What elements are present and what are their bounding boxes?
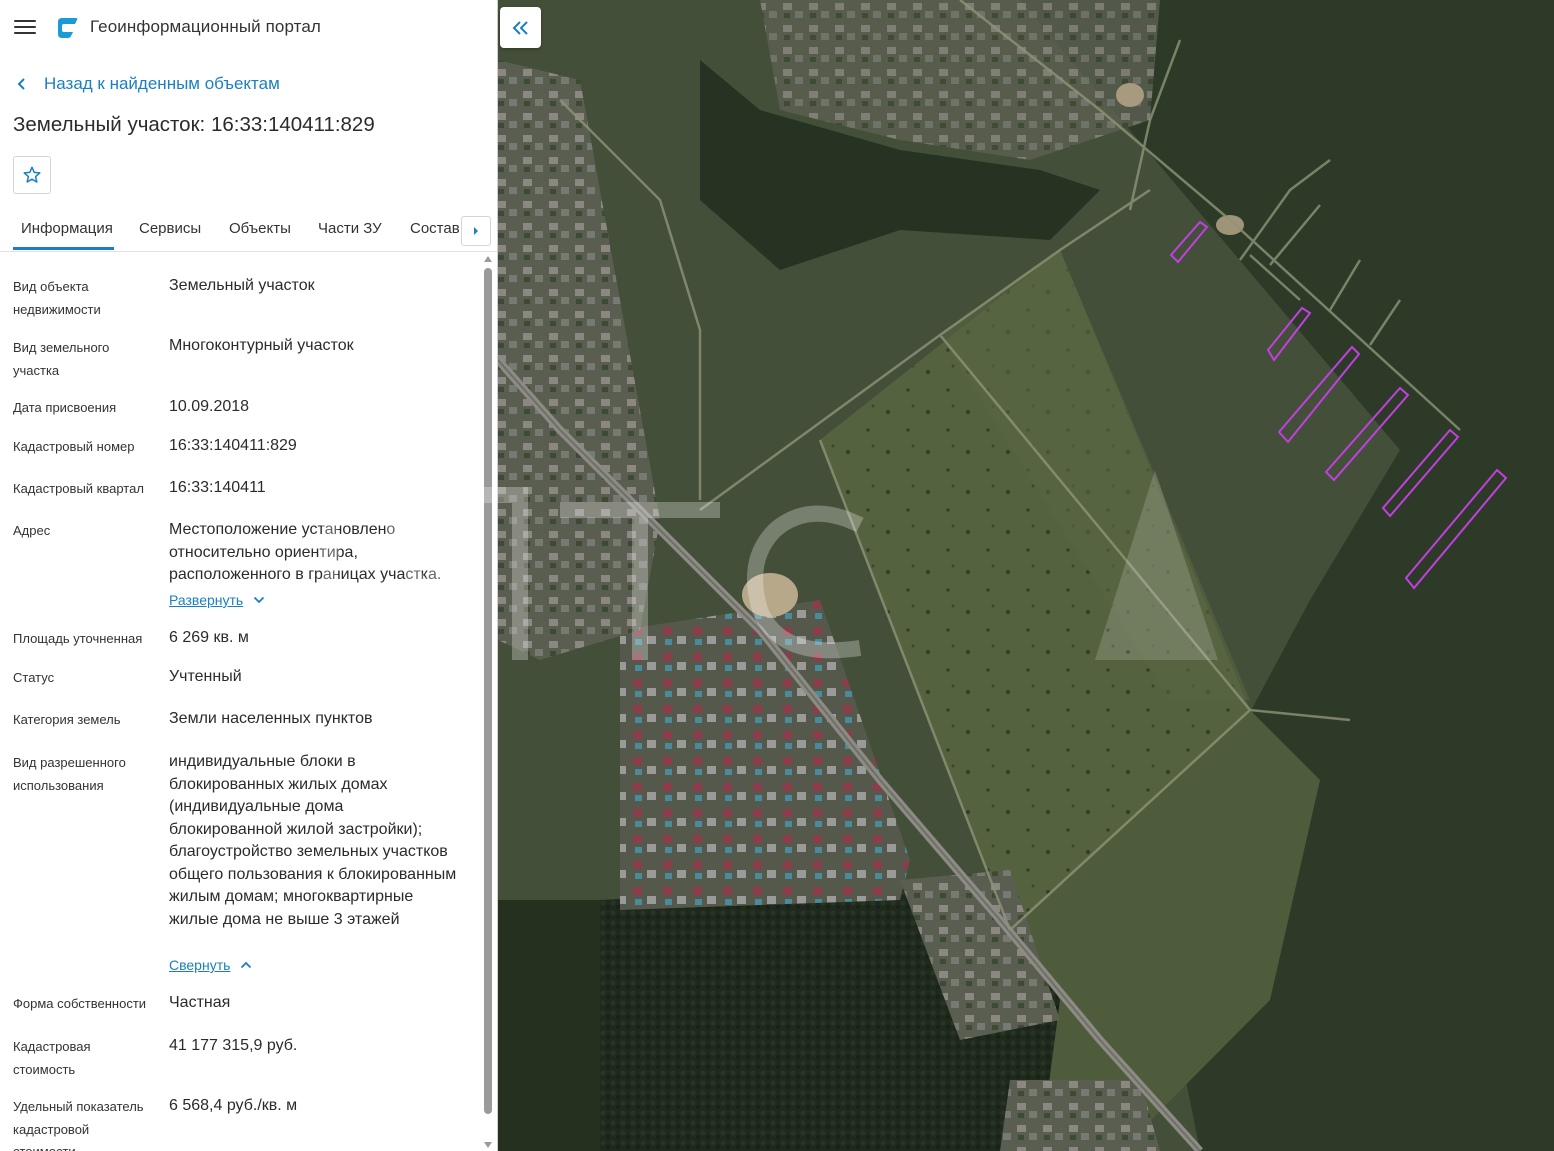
object-title: Земельный участок: 16:33:140411:829 <box>13 113 375 136</box>
top-bar: Геоинформационный портал <box>0 0 497 56</box>
cadastral-value-label: Кадастровая стоимость <box>13 1039 91 1077</box>
area-label: Площадь уточненная <box>13 631 143 646</box>
cadastral-value-value: 41 177 315,9 руб. <box>169 1037 298 1054</box>
cadastral-quarter-value: 16:33:140411 <box>169 479 266 496</box>
status-label: Статус <box>13 670 55 685</box>
satellite-map[interactable] <box>498 0 1554 1151</box>
permitted-use-collapse-link[interactable]: Свернуть <box>169 957 252 973</box>
scroll-down-arrow-icon[interactable] <box>484 1142 492 1148</box>
tabs-scroll-right-button[interactable] <box>461 216 491 246</box>
permitted-use-collapse-label: Свернуть <box>169 957 231 973</box>
address-value: Местоположение установлено относительно … <box>169 521 442 583</box>
chevron-up-icon <box>241 961 252 969</box>
caret-right-icon <box>474 227 478 235</box>
land-type-value: Многоконтурный участок <box>169 337 354 354</box>
double-chevron-left-icon <box>512 20 528 35</box>
land-type-label: Вид земельного участка <box>13 340 110 378</box>
favorite-button[interactable] <box>13 156 51 194</box>
tab-composition[interactable]: Состав <box>410 220 460 237</box>
collapse-panel-button[interactable] <box>500 7 541 48</box>
specific-value-label: Удельный показатель кадастровой стоимост… <box>13 1099 144 1151</box>
permitted-use-label: Вид разрешенного использования <box>13 755 126 793</box>
area-value: 6 269 кв. м <box>169 629 249 646</box>
specific-value-value: 6 568,4 руб./кв. м <box>169 1097 298 1114</box>
ownership-label: Форма собственности <box>13 996 147 1011</box>
star-icon <box>23 166 41 183</box>
scroll-up-arrow-icon[interactable] <box>484 256 492 262</box>
status-value: Учтенный <box>169 668 242 685</box>
tab-objects[interactable]: Объекты <box>229 220 291 237</box>
scroll-thumb[interactable] <box>484 268 492 1114</box>
object-type-value: Земельный участок <box>169 277 315 294</box>
cadastral-number-label: Кадастровый номер <box>13 439 135 454</box>
tab-information[interactable]: Информация <box>21 220 113 237</box>
panel-scrollbar[interactable] <box>482 254 494 1151</box>
map-canvas <box>498 0 1554 1151</box>
category-label: Категория земель <box>13 712 121 727</box>
category-value: Земли населенных пунктов <box>169 710 373 727</box>
info-panel: Геоинформационный портал Назад к найденн… <box>0 0 498 1151</box>
address-label: Адрес <box>13 523 51 538</box>
hamburger-menu-icon[interactable] <box>14 18 36 36</box>
tab-parts[interactable]: Части ЗУ <box>318 220 382 237</box>
active-tab-indicator <box>13 247 114 250</box>
assign-date-label: Дата присвоения <box>13 400 117 415</box>
cadastral-number-value: 16:33:140411:829 <box>169 437 297 454</box>
address-expand-link[interactable]: Развернуть <box>169 592 265 608</box>
back-link-label: Назад к найденным объектам <box>44 74 280 93</box>
chevron-left-icon <box>17 78 25 90</box>
address-expand-label: Развернуть <box>169 592 244 608</box>
cadastral-quarter-label: Кадастровый квартал <box>13 481 144 496</box>
portal-logo-icon <box>58 18 78 38</box>
ownership-value: Частная <box>169 994 231 1011</box>
back-to-results-link[interactable]: Назад к найденным объектам <box>16 72 280 96</box>
object-type-label: Вид объекта недвижимости <box>13 279 101 317</box>
permitted-use-value: индивидуальные блоки в блокированных жил… <box>169 753 457 928</box>
chevron-down-icon <box>254 596 265 604</box>
app-title: Геоинформационный портал <box>90 17 321 36</box>
tab-bar: Информация Сервисы Объекты Части ЗУ Сост… <box>0 208 497 252</box>
assign-date-value: 10.09.2018 <box>169 398 250 415</box>
tab-services[interactable]: Сервисы <box>139 220 201 237</box>
